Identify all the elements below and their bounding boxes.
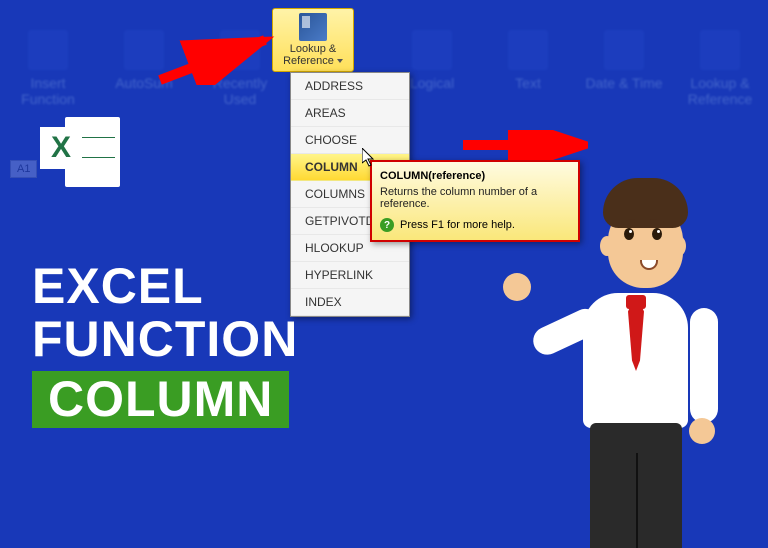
tooltip-help-text: Press F1 for more help.	[400, 219, 515, 231]
red-arrow-annotation-1	[155, 35, 285, 90]
menu-item-address[interactable]: ADDRESS	[291, 73, 409, 100]
lookup-reference-label: Lookup & Reference	[283, 43, 336, 67]
tooltip-title: COLUMN(reference)	[380, 170, 570, 182]
excel-logo-icon: X	[40, 112, 120, 192]
menu-item-areas[interactable]: AREAS	[291, 100, 409, 127]
function-tooltip: COLUMN(reference) Returns the column num…	[370, 160, 580, 242]
mouse-cursor-icon	[362, 148, 378, 168]
chevron-down-icon	[337, 59, 343, 63]
tooltip-help: ? Press F1 for more help.	[380, 218, 570, 232]
tooltip-description: Returns the column number of a reference…	[380, 186, 570, 210]
red-arrow-annotation-2	[448, 130, 588, 165]
title-line-2: FUNCTION	[32, 313, 298, 366]
slide-title: EXCEL FUNCTION COLUMN	[32, 260, 298, 428]
cell-reference-bg: A1	[10, 160, 37, 178]
menu-item-index[interactable]: INDEX	[291, 289, 409, 316]
title-line-3: COLUMN	[32, 371, 289, 428]
title-line-1: EXCEL	[32, 260, 298, 313]
menu-item-choose[interactable]: CHOOSE	[291, 127, 409, 154]
help-icon: ?	[380, 218, 394, 232]
book-icon	[299, 13, 327, 41]
menu-item-hyperlink[interactable]: HYPERLINK	[291, 262, 409, 289]
